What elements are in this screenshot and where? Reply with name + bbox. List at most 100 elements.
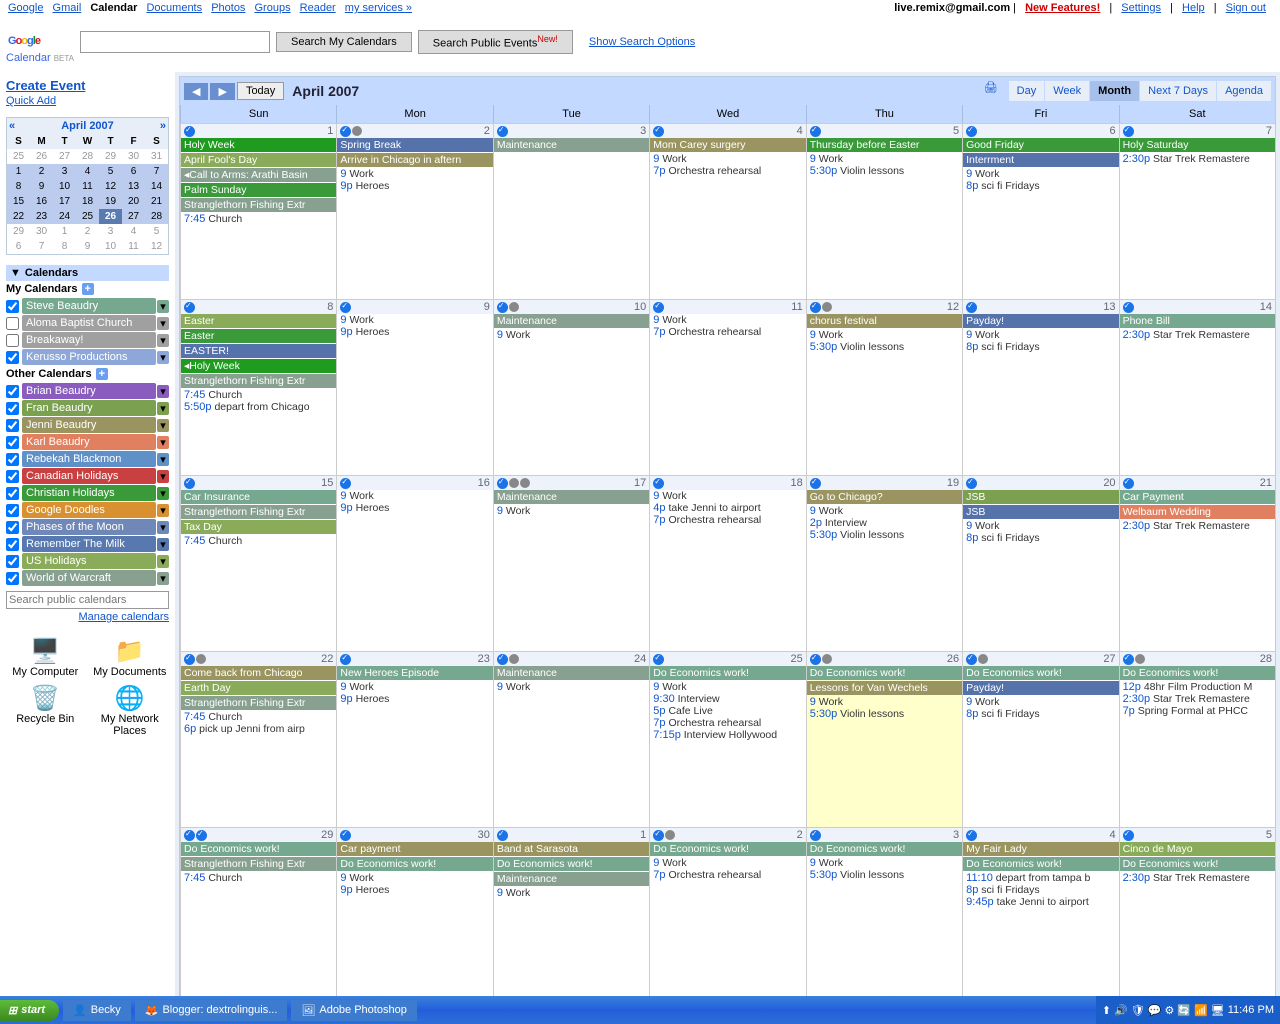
- view-agenda[interactable]: Agenda: [1217, 81, 1271, 101]
- day-cell[interactable]: 27Do Economics work!Payday!9 Work8p sci …: [962, 652, 1118, 827]
- calendar-dropdown[interactable]: ▾: [157, 521, 169, 534]
- event-bar[interactable]: Come back from Chicago: [181, 666, 336, 680]
- event-text[interactable]: 2:30p Star Trek Remastere: [1120, 153, 1275, 165]
- event-text[interactable]: 9 Work: [807, 696, 962, 708]
- my-documents-icon[interactable]: 📁My Documents: [91, 637, 170, 678]
- event-text[interactable]: 8p sci fi Fridays: [963, 532, 1118, 544]
- day-cell[interactable]: 189 Work4p take Jenni to airport7p Orche…: [649, 476, 805, 651]
- event-text[interactable]: 9 Work: [963, 329, 1118, 341]
- event-text[interactable]: 9:30 Interview: [650, 693, 805, 705]
- mini-day[interactable]: 18: [76, 194, 99, 209]
- calendar-checkbox[interactable]: [6, 436, 19, 449]
- calendar-label[interactable]: Brian Beaudry: [22, 383, 156, 399]
- event-text[interactable]: 7p Orchestra rehearsal: [650, 869, 805, 881]
- mini-day[interactable]: 4: [122, 224, 145, 239]
- signout-link[interactable]: Sign out: [1226, 2, 1266, 14]
- calendar-label[interactable]: Karl Beaudry: [22, 434, 156, 450]
- event-bar[interactable]: Do Economics work!: [337, 857, 492, 871]
- day-cell[interactable]: 28Do Economics work!12p 48hr Film Produc…: [1119, 652, 1275, 827]
- tray-icon[interactable]: ⬆: [1102, 1004, 1111, 1017]
- search-public-calendars-input[interactable]: [6, 591, 169, 609]
- event-text[interactable]: 9 Work: [337, 872, 492, 884]
- event-text[interactable]: 9 Work: [650, 857, 805, 869]
- event-bar[interactable]: Lessons for Van Wechels: [807, 681, 962, 695]
- mini-day[interactable]: 11: [76, 179, 99, 194]
- calendar-checkbox[interactable]: [6, 487, 19, 500]
- event-text[interactable]: 9 Work: [650, 490, 805, 502]
- calendars-header[interactable]: ▼Calendars: [6, 265, 169, 281]
- calendar-dropdown[interactable]: ▾: [157, 402, 169, 415]
- mini-day[interactable]: 29: [7, 224, 30, 239]
- day-cell[interactable]: 7Holy Saturday2:30p Star Trek Remastere: [1119, 124, 1275, 299]
- event-text[interactable]: 9p Heroes: [337, 693, 492, 705]
- event-bar[interactable]: Maintenance: [494, 872, 649, 886]
- event-text[interactable]: 2:30p Star Trek Remastere: [1120, 329, 1275, 341]
- day-cell[interactable]: 15Car InsuranceStranglethorn Fishing Ext…: [180, 476, 336, 651]
- show-search-options[interactable]: Show Search Options: [589, 36, 695, 48]
- taskbar-item[interactable]: 🦊Blogger: dextrolinguis...: [135, 1000, 288, 1021]
- calendar-label[interactable]: US Holidays: [22, 553, 156, 569]
- event-text[interactable]: 5:50p depart from Chicago: [181, 401, 336, 413]
- mini-day[interactable]: 3: [53, 164, 76, 179]
- mini-day[interactable]: 22: [7, 209, 30, 224]
- event-text[interactable]: 5p Cafe Live: [650, 705, 805, 717]
- event-bar[interactable]: Stranglethorn Fishing Extr: [181, 505, 336, 519]
- day-cell[interactable]: 29Do Economics work!Stranglethorn Fishin…: [180, 828, 336, 1003]
- mini-day[interactable]: 31: [145, 149, 168, 164]
- event-text[interactable]: 7p Spring Formal at PHCC: [1120, 705, 1275, 717]
- search-public-events-button[interactable]: Search Public EventsNew!: [418, 30, 573, 54]
- day-cell[interactable]: 25Do Economics work!9 Work9:30 Interview…: [649, 652, 805, 827]
- event-bar[interactable]: Stranglethorn Fishing Extr: [181, 696, 336, 710]
- event-bar[interactable]: ◂Call to Arms: Arathi Basin: [181, 168, 336, 182]
- event-bar[interactable]: Good Friday: [963, 138, 1118, 152]
- event-bar[interactable]: Earth Day: [181, 681, 336, 695]
- event-bar[interactable]: Do Economics work!: [181, 842, 336, 856]
- tray-icon[interactable]: ⚙: [1164, 1004, 1174, 1017]
- network-places-icon[interactable]: 🌐My Network Places: [91, 684, 170, 737]
- day-cell[interactable]: 3Maintenance: [493, 124, 649, 299]
- calendar-checkbox[interactable]: [6, 453, 19, 466]
- event-bar[interactable]: Do Economics work!: [494, 857, 649, 871]
- calendar-label[interactable]: Breakaway!: [22, 332, 156, 348]
- event-bar[interactable]: Payday!: [963, 314, 1118, 328]
- event-bar[interactable]: Maintenance: [494, 138, 649, 152]
- event-text[interactable]: 11:10 depart from tampa b: [963, 872, 1118, 884]
- calendar-checkbox[interactable]: [6, 402, 19, 415]
- tray-icon[interactable]: 🛡: [1131, 1004, 1145, 1017]
- mini-day[interactable]: 9: [30, 179, 53, 194]
- event-text[interactable]: 9 Work: [807, 857, 962, 869]
- event-bar[interactable]: Easter: [181, 314, 336, 328]
- mini-day[interactable]: 8: [7, 179, 30, 194]
- nav-gmail[interactable]: Gmail: [53, 2, 82, 14]
- calendar-dropdown[interactable]: ▾: [157, 419, 169, 432]
- event-bar[interactable]: Holy Saturday: [1120, 138, 1275, 152]
- settings-link[interactable]: Settings: [1121, 2, 1161, 14]
- taskbar-item[interactable]: 👤Becky: [63, 1000, 131, 1021]
- event-bar[interactable]: Holy Week: [181, 138, 336, 152]
- calendar-dropdown[interactable]: ▾: [157, 351, 169, 364]
- event-bar[interactable]: Tax Day: [181, 520, 336, 534]
- mini-day[interactable]: 27: [53, 149, 76, 164]
- quick-add-link[interactable]: Quick Add: [6, 95, 56, 107]
- event-text[interactable]: 2:30p Star Trek Remastere: [1120, 520, 1275, 532]
- day-cell[interactable]: 4My Fair LadyDo Economics work!11:10 dep…: [962, 828, 1118, 1003]
- day-cell[interactable]: 26Do Economics work!Lessons for Van Wech…: [806, 652, 962, 827]
- event-text[interactable]: 9p Heroes: [337, 180, 492, 192]
- calendar-dropdown[interactable]: ▾: [157, 487, 169, 500]
- mini-day[interactable]: 8: [53, 239, 76, 254]
- event-bar[interactable]: Maintenance: [494, 490, 649, 504]
- day-cell[interactable]: 119 Work7p Orchestra rehearsal: [649, 300, 805, 475]
- event-text[interactable]: 9 Work: [494, 505, 649, 517]
- event-text[interactable]: 12p 48hr Film Production M: [1120, 681, 1275, 693]
- event-text[interactable]: 8p sci fi Fridays: [963, 180, 1118, 192]
- calendar-dropdown[interactable]: ▾: [157, 538, 169, 551]
- nav-calendar[interactable]: Calendar: [90, 2, 137, 14]
- day-cell[interactable]: 2Do Economics work!9 Work7p Orchestra re…: [649, 828, 805, 1003]
- nav-reader[interactable]: Reader: [300, 2, 336, 14]
- mini-day[interactable]: 6: [122, 164, 145, 179]
- event-text[interactable]: 9p Heroes: [337, 884, 492, 896]
- event-text[interactable]: 2p Interview: [807, 517, 962, 529]
- mini-day[interactable]: 7: [145, 164, 168, 179]
- event-text[interactable]: 9 Work: [337, 314, 492, 326]
- event-text[interactable]: 9p Heroes: [337, 326, 492, 338]
